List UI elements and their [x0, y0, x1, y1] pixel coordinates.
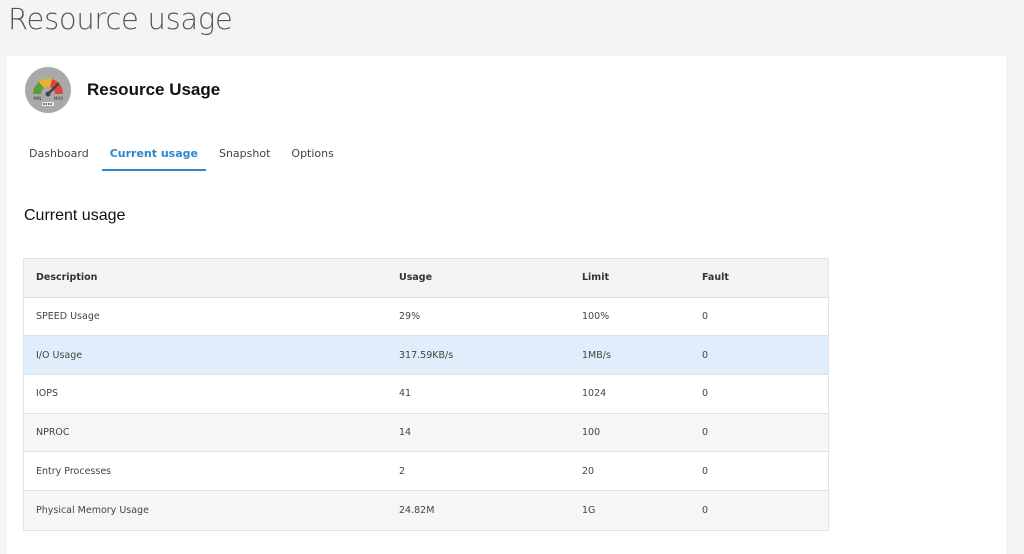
tab-options[interactable]: Options — [283, 142, 341, 171]
app-title: Resource Usage — [87, 80, 221, 99]
header-description: Description — [36, 272, 98, 284]
cell-description: NPROC — [36, 427, 70, 439]
cell-description: I/O Usage — [36, 349, 83, 361]
tab-bar: Dashboard Current usage Snapshot Options — [21, 142, 342, 171]
cell-limit: 1G — [582, 504, 596, 516]
page-heading: Resource usage — [8, 2, 233, 36]
cell-usage: 24.82M — [399, 504, 435, 516]
app-header: MIN MAX Resource Usage — [25, 67, 220, 113]
cell-usage: 29% — [399, 311, 421, 323]
tab-current-usage[interactable]: Current usage — [101, 142, 206, 171]
cell-fault: 0 — [702, 388, 709, 400]
cell-limit: 1024 — [582, 388, 607, 400]
cell-limit: 1MB/s — [582, 349, 611, 361]
cell-description: Entry Processes — [36, 465, 112, 477]
cell-description: Physical Memory Usage — [36, 504, 149, 516]
cell-fault: 0 — [702, 465, 709, 477]
table-row: Physical Memory Usage 24.82M 1G 0 — [24, 491, 828, 530]
table-row: Entry Processes 2 20 0 — [24, 452, 828, 492]
cell-usage: 14 — [399, 427, 412, 439]
cell-fault: 0 — [702, 349, 709, 361]
table-header-row: Description Usage Limit Fault — [24, 259, 828, 298]
gauge-icon: MIN MAX — [25, 67, 71, 113]
header-limit: Limit — [582, 272, 610, 284]
table-row: NPROC 14 100 0 — [24, 413, 828, 453]
cell-fault: 0 — [702, 427, 709, 439]
cell-limit: 20 — [582, 465, 595, 477]
table-row: SPEED Usage 29% 100% 0 — [24, 297, 828, 337]
tab-snapshot[interactable]: Snapshot — [211, 142, 278, 171]
table-row: I/O Usage 317.59KB/s 1MB/s 0 — [24, 336, 828, 376]
cell-description: IOPS — [36, 388, 59, 400]
cell-limit: 100% — [582, 311, 610, 323]
header-usage: Usage — [399, 272, 433, 284]
section-title: Current usage — [24, 207, 126, 224]
cell-description: SPEED Usage — [36, 311, 100, 323]
cell-usage: 41 — [399, 388, 412, 400]
cell-usage: 317.59KB/s — [399, 349, 454, 361]
logo-min-label: MIN — [34, 96, 42, 101]
cell-usage: 2 — [399, 465, 406, 477]
table-row: IOPS 41 1024 0 — [24, 375, 828, 414]
cell-fault: 0 — [702, 504, 709, 516]
cell-limit: 100 — [582, 427, 601, 439]
cell-fault: 0 — [702, 311, 709, 323]
logo-max-label: MAX — [54, 96, 63, 101]
header-fault: Fault — [702, 272, 729, 284]
tab-dashboard[interactable]: Dashboard — [21, 142, 97, 171]
main-panel: MIN MAX Resource Usage Dashboard Current… — [7, 56, 1006, 554]
usage-table: Description Usage Limit Fault SPEED Usag… — [23, 258, 829, 531]
